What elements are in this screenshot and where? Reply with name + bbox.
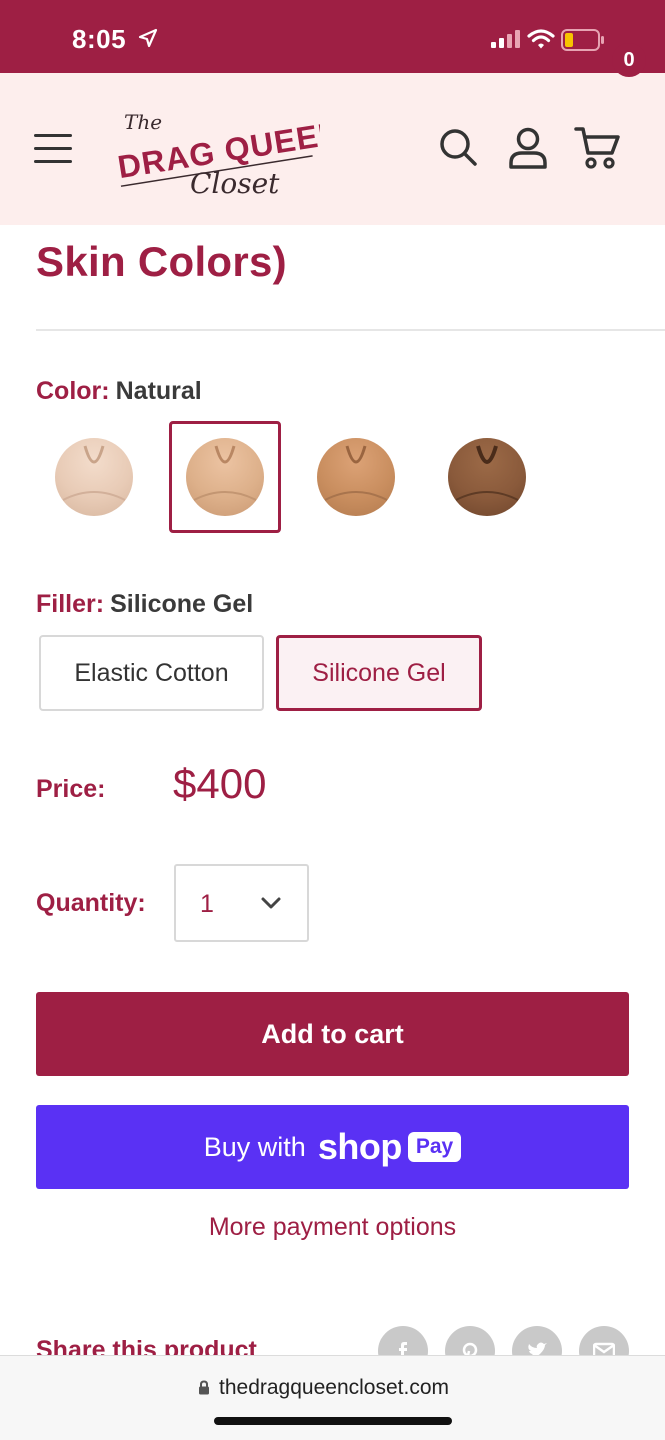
site-logo[interactable]: The DRAG QUEEN Closet [110,97,320,201]
filler-label-text: Filler: [36,590,105,618]
swatch-natural[interactable] [169,421,281,533]
battery-low-icon [561,29,604,51]
home-indicator[interactable] [214,1417,452,1425]
swatch-tan-image [317,438,395,516]
filler-label: Filler: Silicone Gel [36,590,253,619]
cellular-signal-icon [491,30,520,48]
pay-badge: Pay [407,1132,462,1162]
quantity-value: 1 [200,890,214,918]
chevron-down-icon [261,897,281,909]
shop-pay-button[interactable]: Buy with shop Pay [36,1105,629,1189]
menu-icon[interactable] [34,134,72,164]
color-label-text: Color: [36,377,110,405]
browser-address-bar: thedragqueencloset.com [0,1355,665,1440]
shop-pay-prefix: Buy with [203,1131,306,1162]
filler-option-elastic-cotton[interactable]: Elastic Cotton [39,635,264,711]
filler-value: Silicone Gel [110,590,254,618]
status-time: 8:05 [72,24,127,54]
swatch-natural-image [186,438,264,516]
color-label: Color: Natural [36,377,202,406]
location-arrow-icon [138,28,158,48]
product-title: Skin Colors) [36,238,287,285]
quantity-label: Quantity: [36,889,146,917]
price-label: Price: [36,775,106,803]
svg-text:Closet: Closet [190,167,280,200]
quantity-select[interactable]: 1 [174,864,309,942]
filler-option-silicone-gel[interactable]: Silicone Gel [276,635,482,711]
price-value: $400 [173,760,267,807]
status-bar: 8:05 [0,0,665,73]
swatch-tan[interactable] [300,421,412,533]
swatch-light[interactable] [38,421,150,533]
url-text[interactable]: thedragqueencloset.com [219,1376,449,1400]
swatch-dark-image [448,438,526,516]
divider [36,329,665,331]
lock-icon [199,1380,209,1395]
more-payment-options-link[interactable]: More payment options [0,1213,665,1242]
add-to-cart-button[interactable]: Add to cart [36,992,629,1076]
site-header: The DRAG QUEEN Closet 0 [0,43,665,225]
cart-count-badge[interactable]: 0 [612,43,646,77]
swatch-dark[interactable] [431,421,543,533]
search-icon[interactable] [438,127,478,167]
color-value: Natural [115,377,202,405]
cart-icon[interactable] [574,125,622,171]
account-icon[interactable] [508,127,548,169]
shop-wordmark: shop [317,1126,403,1167]
wifi-icon [527,29,555,49]
svg-text:The: The [124,110,162,134]
swatch-light-image [55,438,133,516]
